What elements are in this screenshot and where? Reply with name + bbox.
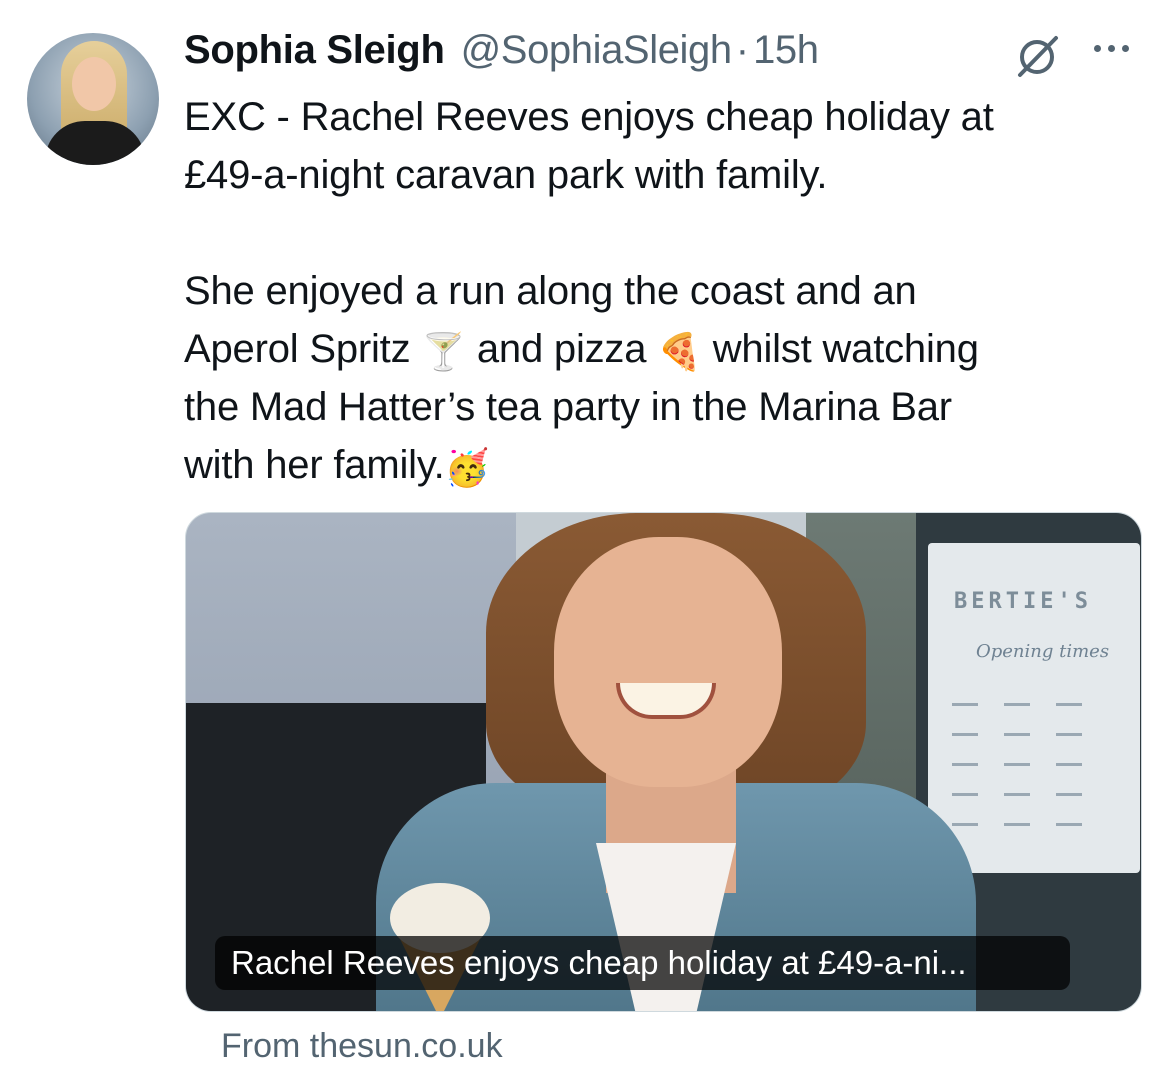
sign-row: [952, 763, 1102, 766]
avatar-face: [72, 57, 116, 111]
cocktail-emoji: 🍸: [421, 332, 466, 373]
avatar-body: [45, 121, 145, 165]
tweet-line: with her family.🥳: [184, 436, 1144, 494]
pizza-emoji: 🍕: [657, 332, 702, 373]
text-span: and pizza: [465, 327, 658, 371]
tweet-line: the Mad Hatter’s tea party in the Marina…: [184, 385, 952, 429]
sign-title: BERTIE'S: [954, 589, 1092, 614]
shop-sign: BERTIE'S Opening times: [928, 543, 1140, 873]
text-span: Aperol Spritz: [184, 327, 422, 371]
more-options-icon[interactable]: [1094, 38, 1138, 58]
tweet-line: £49-a-night caravan park with family.: [184, 153, 828, 197]
text-span: with her family.: [184, 443, 445, 487]
tweet-line: Aperol Spritz 🍸 and pizza 🍕 whilst watch…: [184, 320, 1144, 378]
tweet-header: Sophia Sleigh @SophiaSleigh · 15h: [184, 28, 819, 78]
card-source[interactable]: From thesun.co.uk: [221, 1027, 503, 1066]
sign-row: [952, 793, 1102, 796]
tweet-timestamp[interactable]: 15h: [753, 28, 819, 73]
sign-row: [952, 703, 1102, 706]
more-dot: [1094, 44, 1101, 52]
text-span: whilst watching: [701, 327, 979, 371]
more-dot: [1122, 44, 1129, 52]
party-face-emoji: 🥳: [444, 448, 490, 489]
author-name[interactable]: Sophia Sleigh: [184, 28, 445, 73]
sign-subtitle: Opening times: [976, 641, 1110, 662]
person-face: [554, 537, 782, 787]
tweet-text: EXC - Rachel Reeves enjoys cheap holiday…: [184, 88, 1144, 494]
tweet-line: EXC - Rachel Reeves enjoys cheap holiday…: [184, 95, 994, 139]
card-caption[interactable]: Rachel Reeves enjoys cheap holiday at £4…: [215, 936, 1070, 990]
author-handle[interactable]: @SophiaSleigh: [461, 28, 733, 73]
tweet[interactable]: Sophia Sleigh @SophiaSleigh · 15h EXC - …: [0, 0, 1170, 1090]
more-dot: [1108, 44, 1115, 52]
avatar[interactable]: [27, 33, 159, 165]
grok-icon[interactable]: [1014, 33, 1060, 79]
separator-dot: ·: [735, 28, 750, 72]
sign-row: [952, 733, 1102, 736]
tweet-line: She enjoyed a run along the coast and an: [184, 269, 917, 313]
sign-row: [952, 823, 1102, 826]
link-card[interactable]: BERTIE'S Opening times Rachel Reeves enj…: [185, 512, 1142, 1012]
